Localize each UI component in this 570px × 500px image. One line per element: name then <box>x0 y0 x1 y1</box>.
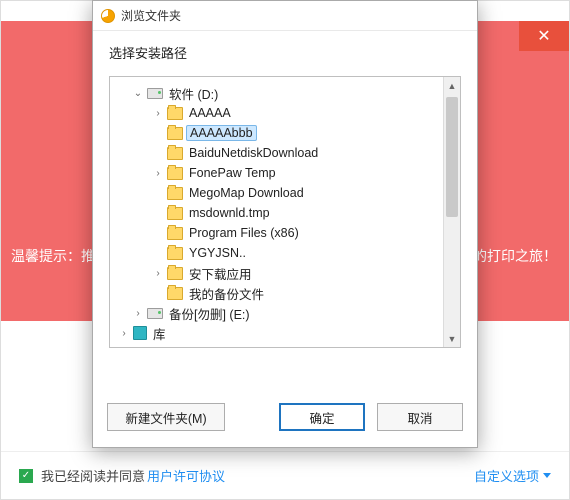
tree-label: msdownld.tmp <box>186 205 273 221</box>
folder-icon <box>167 247 183 260</box>
drive-icon <box>147 308 163 319</box>
folder-icon <box>167 167 183 180</box>
dialog-instruction: 选择安装路径 <box>93 31 477 70</box>
folder-icon <box>167 207 183 220</box>
installer-close-button[interactable]: ✕ <box>519 21 569 51</box>
tree-node-folder[interactable]: Program Files (x86) <box>118 223 458 243</box>
dialog-app-icon <box>101 9 115 23</box>
tree-node-folder[interactable]: › 安下载应用 <box>118 263 458 283</box>
tree-node-drive-d[interactable]: ⌄ 软件 (D:) <box>118 83 458 103</box>
ok-button[interactable]: 确定 <box>279 403 365 431</box>
folder-icon <box>167 107 183 120</box>
expand-icon[interactable]: › <box>118 328 130 339</box>
drive-icon <box>147 88 163 99</box>
scrollbar[interactable]: ▲ ▼ <box>443 77 460 347</box>
scroll-thumb[interactable] <box>446 97 458 217</box>
button-label: 新建文件夹(M) <box>125 408 206 427</box>
folder-icon <box>167 187 183 200</box>
tree-node-folder-selected[interactable]: AAAAAbbb <box>118 123 458 143</box>
expand-icon[interactable]: › <box>152 268 164 279</box>
tree-node-folder[interactable]: › AAAAA <box>118 103 458 123</box>
tree-node-folder[interactable]: 我的备份文件 <box>118 283 458 303</box>
dialog-title-text: 浏览文件夹 <box>121 7 181 24</box>
bottom-bar: ✓ 我已经阅读并同意 用户许可协议 自定义选项 <box>1 451 569 499</box>
tree-node-library[interactable]: ›库 <box>118 323 458 343</box>
tree-label: BaiduNetdiskDownload <box>186 145 321 161</box>
folder-tree-container: ⌄ 软件 (D:) › AAAAA AAAAAbbb BaiduNetdiskDow… <box>109 76 461 348</box>
collapse-icon[interactable]: ⌄ <box>132 88 144 99</box>
tree-label: FonePaw Temp <box>186 165 279 181</box>
tree-label: 我的备份文件 <box>186 283 267 304</box>
tree-node-folder[interactable]: YGYJSN.. <box>118 243 458 263</box>
hint-text-left: 温馨提示：推 <box>11 246 95 266</box>
tree-label: AAAAA <box>186 105 234 121</box>
expand-icon[interactable]: › <box>152 168 164 179</box>
button-label: 确定 <box>309 408 334 427</box>
tree-label: YGYJSN.. <box>186 245 249 261</box>
tree-node-folder[interactable]: msdownld.tmp <box>118 203 458 223</box>
tree-node-drive-e[interactable]: › 备份[勿删] (E:) <box>118 303 458 323</box>
folder-icon <box>167 227 183 240</box>
expand-icon[interactable]: › <box>152 108 164 119</box>
tree-label: 软件 (D:) <box>166 83 221 104</box>
scroll-down-button[interactable]: ▼ <box>444 330 460 347</box>
cancel-button[interactable]: 取消 <box>377 403 463 431</box>
dialog-button-row: 新建文件夹(M) 确定 取消 <box>93 389 477 447</box>
browse-folder-dialog: 浏览文件夹 选择安装路径 ⌄ 软件 (D:) › AAAAA AAAAAbbb Ba… <box>92 0 478 448</box>
folder-icon <box>167 147 183 160</box>
folder-icon <box>167 127 183 140</box>
license-link[interactable]: 用户许可协议 <box>147 466 225 485</box>
tree-node-folder[interactable]: MegoMap Download <box>118 183 458 203</box>
folder-tree[interactable]: ⌄ 软件 (D:) › AAAAA AAAAAbbb BaiduNetdiskDow… <box>110 77 460 347</box>
agree-text: 我已经阅读并同意 <box>41 466 145 485</box>
custom-options-link[interactable]: 自定义选项 <box>474 466 551 485</box>
triangle-down-icon: ▼ <box>448 334 457 344</box>
tree-node-folder[interactable]: BaiduNetdiskDownload <box>118 143 458 163</box>
tree-node-folder[interactable]: › FonePaw Temp <box>118 163 458 183</box>
check-icon: ✓ <box>22 470 30 481</box>
tree-label: 库 <box>150 323 169 344</box>
folder-icon <box>167 267 183 280</box>
scroll-up-button[interactable]: ▲ <box>444 77 460 94</box>
tree-label: Program Files (x86) <box>186 225 302 241</box>
tree-label: 备份[勿删] (E:) <box>166 303 253 324</box>
dialog-titlebar: 浏览文件夹 <box>93 1 477 31</box>
expand-icon[interactable]: › <box>132 308 144 319</box>
library-icon <box>133 326 147 340</box>
chevron-down-icon <box>543 473 551 478</box>
custom-options-label: 自定义选项 <box>474 466 539 485</box>
folder-icon <box>167 287 183 300</box>
tree-label: MegoMap Download <box>186 185 307 201</box>
close-icon: ✕ <box>537 26 550 46</box>
agree-checkbox[interactable]: ✓ <box>19 469 33 483</box>
triangle-up-icon: ▲ <box>448 81 457 91</box>
tree-label-selected: AAAAAbbb <box>186 125 257 141</box>
button-label: 取消 <box>407 408 432 427</box>
new-folder-button[interactable]: 新建文件夹(M) <box>107 403 225 431</box>
hint-text-right: 的打印之旅！ <box>473 246 557 266</box>
tree-label: 安下载应用 <box>186 263 255 284</box>
